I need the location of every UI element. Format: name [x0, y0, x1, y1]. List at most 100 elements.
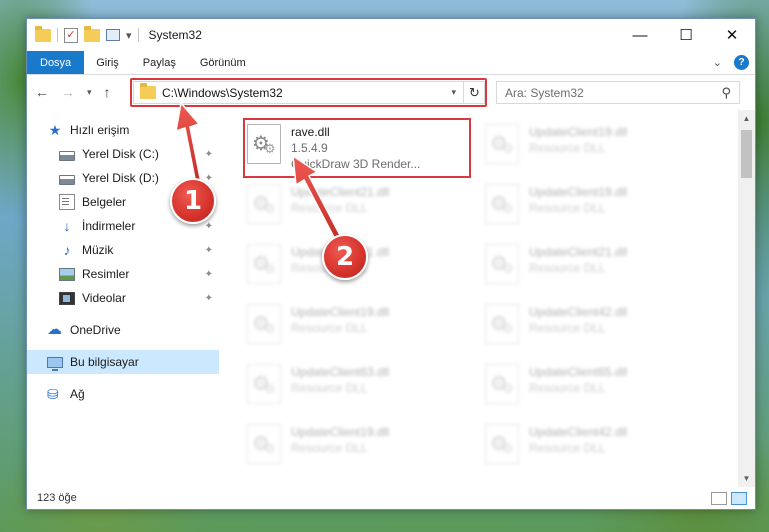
dll-file-icon [485, 304, 519, 344]
file-type: Resource DLL [529, 201, 606, 215]
forward-arrow-icon[interactable]: → [61, 84, 75, 100]
maximize-button[interactable]: ☐ [663, 19, 709, 51]
sidebar-item-music[interactable]: ♪ Müzik ✦ [27, 238, 219, 262]
search-box[interactable]: Ara: System32 ⚲ [496, 81, 740, 104]
explorer-body: ★ Hızlı erişim Yerel Disk (C:) ✦ Yerel D… [27, 110, 755, 487]
file-tile[interactable]: UpdateClient19.dll Resource DLL [485, 180, 711, 236]
details-view-icon[interactable] [711, 491, 727, 505]
tab-view[interactable]: Görünüm [188, 51, 258, 74]
tab-home[interactable]: Giriş [84, 51, 131, 74]
quick-access-toolbar: ✓ ▾ [27, 25, 139, 43]
dll-file-icon [247, 184, 281, 224]
file-tile[interactable]: UpdateClient65.dll Resource DLL [485, 360, 711, 416]
back-arrow-icon[interactable]: ← [35, 84, 49, 100]
file-tile[interactable]: UpdateClient42.dll Resource DLL [485, 300, 711, 356]
large-icons-view-icon[interactable] [731, 491, 747, 505]
file-explorer-window: ✓ ▾ System32 — ☐ ✕ Dosya Giriş Paylaş Gö… [26, 18, 756, 510]
file-tile[interactable]: UpdateClient19.dll Resource DLL [485, 120, 711, 176]
file-tile[interactable]: UpdateClient42.dll Resource DLL [485, 420, 711, 476]
dll-file-icon [247, 304, 281, 344]
file-name: UpdateClient19.dll [291, 305, 390, 319]
file-type: Resource DLL [529, 441, 606, 455]
file-type: Resource DLL [291, 321, 368, 335]
sidebar-item-this-pc[interactable]: Bu bilgisayar [27, 350, 219, 374]
sidebar-item-label: Belgeler [82, 195, 127, 209]
vertical-scrollbar[interactable]: ▲ ▼ [738, 110, 755, 487]
view-switcher [711, 491, 755, 505]
recent-locations-dropdown-icon[interactable]: ▾ [87, 87, 92, 98]
pin-icon: ✦ [204, 148, 213, 160]
computer-icon [47, 357, 63, 371]
search-placeholder[interactable]: Ara: System32 [505, 86, 584, 100]
tab-share[interactable]: Paylaş [131, 51, 188, 74]
file-meta: UpdateClient19.dll Resource DLL [529, 120, 627, 156]
dll-file-icon [247, 244, 281, 284]
file-list: rave.dll 1.5.4.9 QuickDraw 3D Render... … [219, 110, 755, 487]
file-meta: UpdateClient19.dll Resource DLL [529, 180, 627, 216]
sidebar-item-onedrive[interactable]: ☁ OneDrive [27, 318, 219, 342]
file-tile[interactable]: UpdateClient63.dll Resource DLL [247, 360, 473, 416]
pin-icon: ✦ [204, 292, 213, 304]
file-name: UpdateClient19.dll [529, 185, 628, 199]
sidebar-item-local-disk-c[interactable]: Yerel Disk (C:) ✦ [27, 142, 219, 166]
file-tile[interactable]: UpdateClient19.dll Resource DLL [247, 420, 473, 476]
minimize-button[interactable]: — [617, 19, 663, 51]
file-meta: UpdateClient63.dll Resource DLL [291, 360, 389, 396]
sidebar-item-label: Resimler [82, 267, 130, 281]
file-name: UpdateClient42.dll [529, 425, 628, 439]
file-type: Resource DLL [291, 441, 368, 455]
sidebar-item-label: Bu bilgisayar [70, 355, 139, 369]
tab-file[interactable]: Dosya [27, 51, 85, 74]
help-icon[interactable]: ? [734, 55, 749, 70]
scroll-up-icon[interactable]: ▲ [738, 110, 755, 127]
file-type: Resource DLL [529, 141, 606, 155]
new-folder-icon[interactable] [84, 25, 100, 42]
file-name: UpdateClient19.dll [291, 425, 390, 439]
file-name: UpdateClient63.dll [291, 365, 390, 379]
sidebar-item-network[interactable]: ⛁ Ağ [27, 382, 219, 406]
sidebar-item-quick-access[interactable]: ★ Hızlı erişim [27, 118, 219, 142]
file-name: UpdateClient65.dll [529, 365, 628, 379]
sidebar-item-label: Videolar [82, 291, 126, 305]
sidebar-item-label: Yerel Disk (C:) [82, 147, 159, 161]
sidebar-item-videos[interactable]: Videolar ✦ [27, 286, 219, 310]
window-controls: — ☐ ✕ [617, 19, 755, 51]
up-arrow-icon[interactable]: ↑ [104, 84, 111, 100]
address-row: ← → ▾ ↑ C:\Windows\System32 ▾ ↻ Ara: Sys… [27, 75, 755, 109]
dll-file-icon [485, 124, 519, 164]
sidebar-item-pictures[interactable]: Resimler ✦ [27, 262, 219, 286]
sidebar-item-label: Müzik [82, 243, 114, 257]
download-arrow-icon: ↓ [63, 218, 71, 234]
folder-icon [35, 25, 51, 42]
pin-icon: ✦ [204, 268, 213, 280]
pictures-icon [59, 268, 75, 281]
sidebar-item-label: Ağ [70, 387, 85, 401]
dll-file-icon [247, 364, 281, 404]
dll-file-icon [247, 424, 281, 464]
drive-icon [59, 150, 75, 161]
file-highlight-box [243, 118, 471, 178]
expand-ribbon-icon[interactable]: ⌄ [713, 56, 722, 69]
file-tile[interactable]: UpdateClient19.dll Resource DLL [247, 300, 473, 356]
toolbar-dropdown-icon[interactable]: ▾ [126, 29, 132, 42]
scroll-thumb[interactable] [741, 130, 752, 178]
dll-file-icon [485, 184, 519, 224]
address-highlight-box [130, 78, 487, 107]
file-meta: UpdateClient42.dll Resource DLL [529, 300, 627, 336]
file-type: Resource DLL [291, 381, 368, 395]
sidebar-item-label: OneDrive [70, 323, 121, 337]
file-tile[interactable]: UpdateClient21.dll Resource DLL [247, 180, 473, 236]
navigation-buttons: ← → ▾ ↑ [35, 84, 111, 100]
scroll-down-icon[interactable]: ▼ [738, 470, 755, 487]
properties-check-icon[interactable]: ✓ [64, 27, 78, 43]
file-type: Resource DLL [291, 201, 368, 215]
file-type: Resource DLL [529, 261, 606, 275]
search-icon[interactable]: ⚲ [721, 85, 739, 101]
customize-toolbar-icon[interactable] [106, 29, 120, 41]
dll-file-icon [485, 364, 519, 404]
close-button[interactable]: ✕ [709, 19, 755, 51]
network-icon: ⛁ [47, 386, 59, 402]
file-tile[interactable]: UpdateClient21.dll Resource DLL [485, 240, 711, 296]
window-title: System32 [148, 28, 202, 42]
documents-icon [59, 194, 75, 210]
